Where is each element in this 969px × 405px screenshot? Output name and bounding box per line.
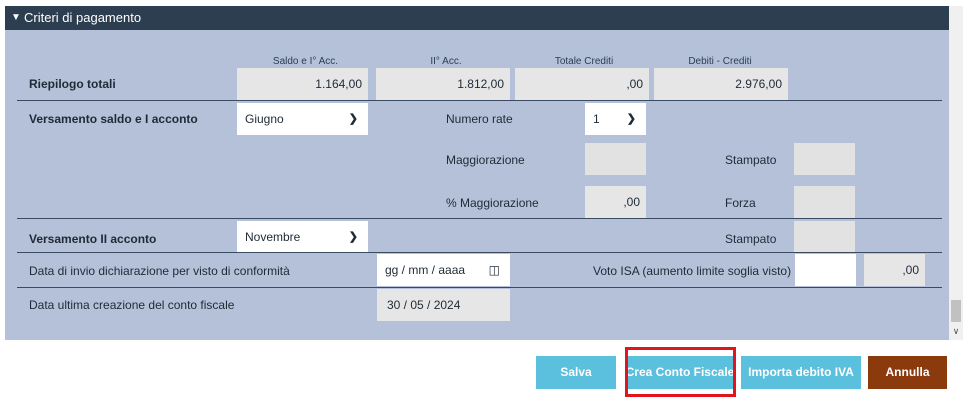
annulla-button[interactable]: Annulla: [868, 356, 947, 389]
data-invio-label: Data di invio dichiarazione per visto di…: [29, 264, 290, 278]
scroll-down-arrow-icon[interactable]: ∨: [949, 326, 963, 337]
data-ultima-field: 30 / 05 / 2024: [377, 289, 510, 321]
highlight-box: [625, 347, 736, 397]
forza-label: Forza: [725, 196, 756, 210]
maggiorazione-field[interactable]: [585, 143, 646, 175]
voto-isa-amount-field: ,00: [864, 254, 925, 286]
versamento-secondo-label: Versamento II acconto: [29, 232, 157, 246]
saldo-total-field: 1.164,00: [237, 68, 368, 100]
chevron-down-icon: ❯: [348, 113, 358, 125]
chevron-down-icon: ❯: [348, 231, 358, 243]
perc-maggiorazione-field[interactable]: ,00: [585, 186, 646, 218]
caret-down-icon[interactable]: ▼: [11, 6, 21, 30]
panel-title: Criteri di pagamento: [24, 10, 142, 25]
row-divider: [17, 252, 942, 253]
importa-debito-iva-button[interactable]: Importa debito IVA: [741, 356, 861, 389]
col-header-totale-crediti: Totale Crediti: [554, 56, 614, 67]
stampato-field-2: [794, 221, 855, 253]
versamento-secondo-month-select[interactable]: Novembre ❯: [237, 221, 368, 253]
scrollbar-thumb[interactable]: [951, 300, 961, 322]
col-header-saldo: Saldo e I° Acc.: [272, 56, 339, 67]
forza-field[interactable]: [794, 186, 855, 218]
versamento-saldo-label: Versamento saldo e I acconto: [29, 112, 198, 126]
row-divider: [17, 218, 942, 219]
panel-header[interactable]: ▼ Criteri di pagamento: [5, 6, 949, 30]
data-invio-date-input[interactable]: gg / mm / aaaa ◫: [377, 254, 510, 286]
versamento-saldo-month-value: Giugno: [245, 112, 284, 126]
data-ultima-label: Data ultima creazione del conto fiscale: [29, 298, 235, 312]
payment-criteria-panel: ▼ Criteri di pagamento Saldo e I° Acc. I…: [5, 6, 949, 340]
col-header-secondo-acc: II° Acc.: [430, 56, 462, 67]
vertical-scrollbar[interactable]: ∨: [949, 6, 963, 340]
row-divider: [17, 287, 942, 288]
date-placeholder: gg / mm / aaaa: [385, 263, 466, 277]
chevron-down-icon: ❯: [626, 113, 636, 125]
debiti-crediti-field: 2.976,00: [654, 68, 788, 100]
riepilogo-label: Riepilogo totali: [29, 77, 116, 91]
numero-rate-select[interactable]: 1 ❯: [585, 103, 646, 135]
maggiorazione-label: Maggiorazione: [446, 153, 525, 167]
stampato-label-2: Stampato: [725, 232, 777, 246]
numero-rate-value: 1: [593, 112, 600, 126]
save-button[interactable]: Salva: [536, 356, 616, 389]
stampato-field-1: [794, 143, 855, 175]
versamento-saldo-month-select[interactable]: Giugno ❯: [237, 103, 368, 135]
versamento-secondo-month-value: Novembre: [245, 230, 301, 244]
stampato-label-1: Stampato: [725, 153, 777, 167]
voto-isa-label: Voto ISA (aumento limite soglia visto): [593, 264, 792, 278]
row-divider: [17, 100, 942, 101]
numero-rate-label: Numero rate: [446, 112, 513, 126]
perc-maggiorazione-label: % Maggiorazione: [446, 196, 539, 210]
secondo-acc-total-field: 1.812,00: [376, 68, 510, 100]
col-header-debiti-crediti: Debiti - Crediti: [688, 56, 752, 67]
totale-crediti-field: ,00: [515, 68, 649, 100]
calendar-icon[interactable]: ◫: [489, 254, 500, 286]
voto-isa-input[interactable]: [795, 254, 856, 286]
